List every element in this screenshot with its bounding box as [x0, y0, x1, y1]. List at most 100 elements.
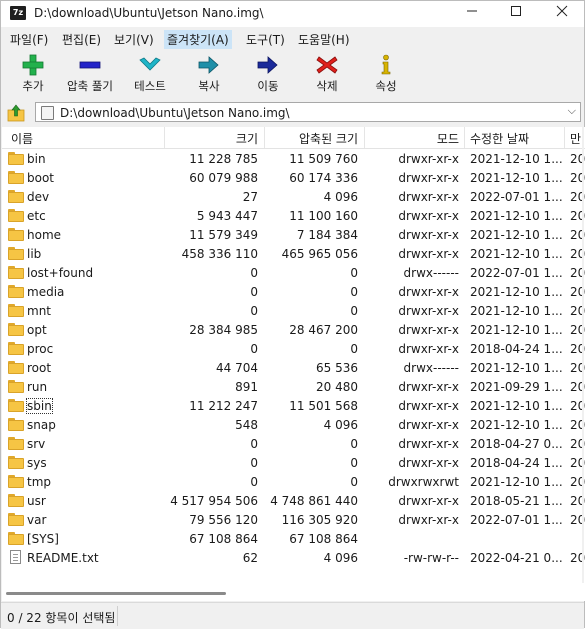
file-packed-size: 465 965 056 — [281, 247, 358, 261]
folder-row[interactable]: root 44 704 65 536 drwx------ 2021-12-10 1..… — [2, 359, 585, 378]
plus-icon — [22, 54, 44, 76]
folder-icon — [8, 209, 24, 222]
folder-icon — [8, 361, 24, 374]
column-header-extra[interactable]: 만 — [570, 130, 581, 147]
file-modified: 2022-07-01 1... — [470, 190, 563, 204]
file-size: 60 079 988 — [189, 171, 258, 185]
column-divider[interactable] — [464, 127, 465, 148]
toolbar: 추가 압축 풀기 테스트 복사 이동 삭제 속성 — [1, 49, 584, 99]
folder-icon — [8, 380, 24, 393]
folder-icon — [8, 342, 24, 355]
file-packed-size: 116 305 920 — [281, 513, 358, 527]
file-size: 0 — [250, 266, 258, 280]
file-modified: 2021-12-10 1... — [470, 399, 563, 413]
file-modified: 2018-04-27 0... — [470, 437, 563, 451]
status-divider — [117, 606, 118, 626]
file-size: 891 — [235, 380, 258, 394]
folder-row[interactable]: srv 0 0 drwxr-xr-x 2018-04-27 0... 20 — [2, 435, 585, 454]
extract-button[interactable]: 압축 풀기 — [63, 52, 117, 96]
close-button[interactable] — [539, 1, 585, 27]
folder-row[interactable]: proc 0 0 drwxr-xr-x 2018-04-24 1... 20 — [2, 340, 585, 359]
folder-row[interactable]: run 891 20 480 drwxr-xr-x 2021-09-29 1... 20 — [2, 378, 585, 397]
folder-row[interactable]: bin 11 228 785 11 509 760 drwxr-xr-x 2021-12… — [2, 150, 585, 169]
folder-row[interactable]: sys 0 0 drwxr-xr-x 2018-04-24 1... 20 — [2, 454, 585, 473]
minimize-button[interactable] — [449, 1, 495, 27]
file-size: 548 — [235, 418, 258, 432]
file-mode: drwxr-xr-x — [398, 285, 459, 299]
file-packed-size: 0 — [350, 456, 358, 470]
address-input[interactable]: D:\download\Ubuntu\Jetson Nano.img\ ⌵ — [35, 102, 581, 122]
folder-row[interactable]: lost+found 0 0 drwx------ 2022-07-01 1... 20 — [2, 264, 585, 283]
column-header-modified[interactable]: 수정한 날짜 — [470, 130, 529, 147]
copy-label: 복사 — [198, 79, 220, 93]
folder-icon — [8, 171, 24, 184]
file-mode: drwx------ — [403, 266, 459, 280]
folder-row[interactable]: media 0 0 drwxr-xr-x 2021-12-10 1... 20 — [2, 283, 585, 302]
file-packed-size: 65 536 — [316, 361, 358, 375]
up-folder-button[interactable] — [5, 102, 27, 124]
file-mode: -rw-rw-r-- — [403, 551, 459, 565]
file-name: lost+found — [27, 266, 94, 280]
file-size: 44 704 — [216, 361, 258, 375]
folder-row[interactable]: boot 60 079 988 60 174 336 drwxr-xr-x 2021-1… — [2, 169, 585, 188]
properties-button[interactable]: 속성 — [359, 52, 413, 96]
file-mode: drwxr-xr-x — [398, 304, 459, 318]
menu-file[interactable]: 파일(F) — [7, 30, 51, 49]
file-list: 이름 크기 압축된 크기 모드 수정한 날짜 만 bin 11 228 785 11… — [2, 127, 585, 601]
folder-row[interactable]: snap 548 4 096 drwxr-xr-x 2021-12-10 1... 20 — [2, 416, 585, 435]
file-modified: 2021-12-10 1... — [470, 418, 563, 432]
column-header-name[interactable]: 이름 — [11, 130, 33, 147]
file-mode: drwxr-xr-x — [398, 399, 459, 413]
move-button[interactable]: 이동 — [241, 52, 295, 96]
move-arrow-icon — [257, 56, 278, 74]
column-header-mode[interactable]: 모드 — [364, 130, 459, 147]
column-divider[interactable] — [564, 127, 565, 148]
maximize-button[interactable] — [493, 1, 539, 27]
folder-icon — [8, 532, 24, 545]
file-name: snap — [27, 418, 56, 432]
file-size: 79 556 120 — [189, 513, 258, 527]
copy-button[interactable]: 복사 — [182, 52, 236, 96]
folder-row[interactable]: mnt 0 0 drwxr-xr-x 2021-12-10 1... 20 — [2, 302, 585, 321]
column-header-size[interactable]: 크기 — [164, 130, 258, 147]
file-name: var — [27, 513, 47, 527]
scrollbar-thumb[interactable] — [6, 592, 226, 595]
folder-icon — [8, 399, 24, 412]
chevron-down-icon[interactable]: ⌵ — [568, 104, 576, 118]
minus-icon — [79, 61, 101, 69]
column-header-packed-size[interactable]: 압축된 크기 — [264, 130, 358, 147]
folder-icon — [8, 285, 24, 298]
test-button[interactable]: 테스트 — [123, 52, 177, 96]
add-button[interactable]: 추가 — [6, 52, 60, 96]
file-mode: drwxrwxrwt — [388, 475, 459, 489]
file-modified: 2021-12-10 1... — [470, 152, 563, 166]
folder-row[interactable]: usr 4 517 954 506 4 748 861 440 drwxr-xr-x 2… — [2, 492, 585, 511]
list-header: 이름 크기 압축된 크기 모드 수정한 날짜 만 — [2, 127, 585, 149]
folder-row[interactable]: etc 5 943 447 11 100 160 drwxr-xr-x 2021-12-… — [2, 207, 585, 226]
menu-view[interactable]: 보기(V) — [111, 30, 157, 49]
folder-row[interactable]: dev 27 4 096 drwxr-xr-x 2022-07-01 1... 20 — [2, 188, 585, 207]
file-modified: 2022-07-01 1... — [470, 266, 563, 280]
test-label: 테스트 — [134, 79, 166, 93]
folder-row[interactable]: opt 28 384 985 28 467 200 drwxr-xr-x 2021-12… — [2, 321, 585, 340]
file-mode: drwxr-xr-x — [398, 418, 459, 432]
menu-edit[interactable]: 편집(E) — [59, 30, 104, 49]
file-mode: drwxr-xr-x — [398, 190, 459, 204]
file-packed-size: 4 096 — [323, 551, 358, 565]
menu-help[interactable]: 도움말(H) — [295, 30, 353, 49]
title-bar: 7z D:\download\Ubuntu\Jetson Nano.img\ — [1, 1, 584, 27]
menu-tools[interactable]: 도구(T) — [243, 30, 288, 49]
folder-row[interactable]: var 79 556 120 116 305 920 drwxr-xr-x 2022-0… — [2, 511, 585, 530]
folder-row[interactable]: tmp 0 0 drwxrwxrwt 2021-12-10 1... 20 — [2, 473, 585, 492]
add-label: 추가 — [22, 79, 44, 93]
file-size: 0 — [250, 475, 258, 489]
folder-row[interactable]: [SYS] 67 108 864 67 108 864 — [2, 530, 585, 549]
folder-row[interactable]: sbin 11 212 247 11 501 568 drwxr-xr-x 2021-1… — [2, 397, 585, 416]
folder-row[interactable]: home 11 579 349 7 184 384 drwxr-xr-x 2021-12… — [2, 226, 585, 245]
file-name: mnt — [27, 304, 51, 318]
menu-favorites[interactable]: 즐겨찾기(A) — [164, 30, 232, 49]
file-row[interactable]: README.txt 62 4 096 -rw-rw-r-- 2022-04-21 0.… — [2, 549, 585, 568]
folder-row[interactable]: lib 458 336 110 465 965 056 drwxr-xr-x 2021-… — [2, 245, 585, 264]
horizontal-scrollbar[interactable] — [2, 583, 585, 601]
delete-button[interactable]: 삭제 — [300, 52, 354, 96]
